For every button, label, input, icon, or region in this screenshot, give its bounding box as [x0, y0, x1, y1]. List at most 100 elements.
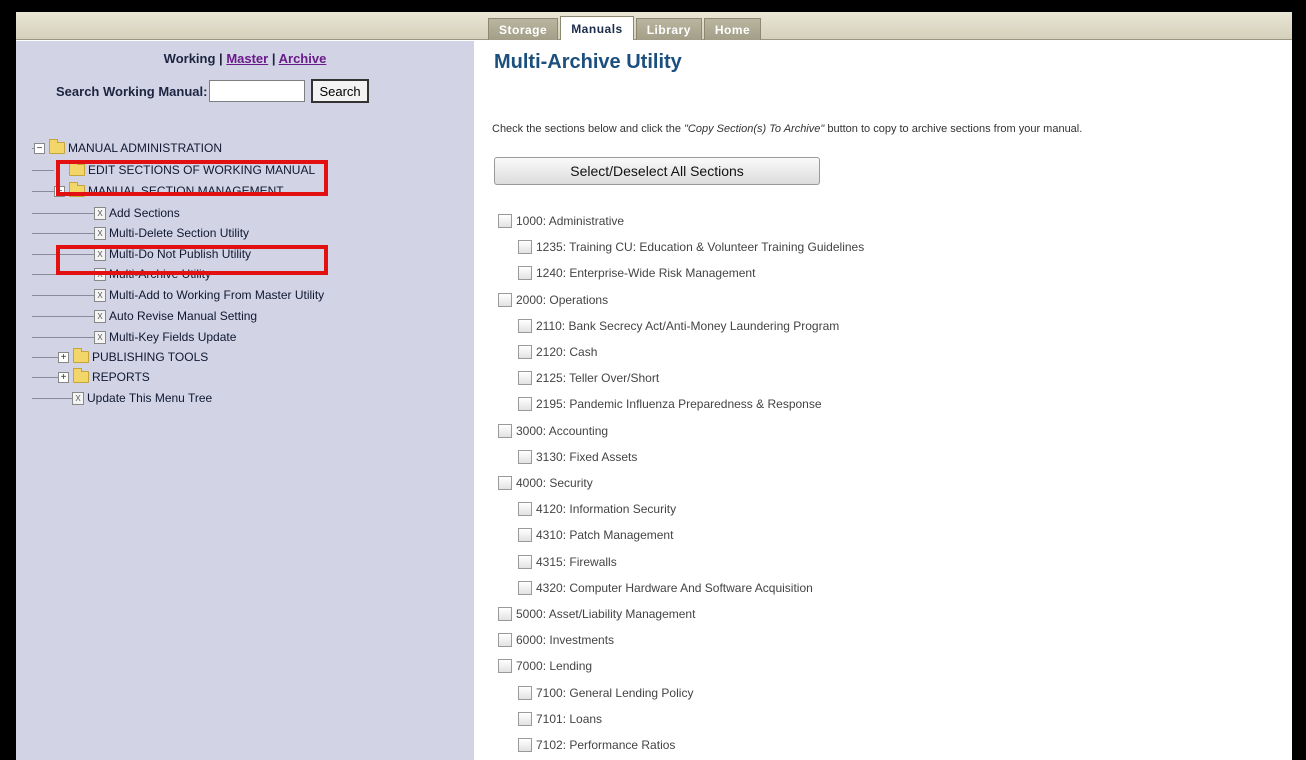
tree-item[interactable]: X Add Sections [94, 204, 180, 222]
section-row: 2195: Pandemic Influenza Preparedness & … [518, 395, 822, 413]
tab-manuals[interactable]: Manuals [560, 16, 634, 40]
tab-storage[interactable]: Storage [488, 18, 559, 40]
section-label: 1240: Enterprise-Wide Risk Management [536, 266, 756, 280]
section-checkbox[interactable] [498, 293, 512, 307]
expand-icon[interactable]: + [58, 351, 69, 363]
tree-connector-line [32, 295, 94, 296]
tree-item[interactable]: + PUBLISHING TOOLS [58, 348, 208, 366]
highlight-box [56, 160, 328, 196]
page-icon: X [94, 309, 106, 323]
tree-item[interactable]: X Multi-Delete Section Utility [94, 224, 249, 242]
folder-icon [73, 368, 89, 383]
section-row: 4120: Information Security [518, 500, 676, 518]
tree-connector-line [32, 316, 94, 317]
tree-item-label: Multi-Delete Section Utility [109, 226, 250, 240]
search-button[interactable]: Search [311, 79, 369, 103]
section-label: 3000: Accounting [516, 424, 609, 438]
tree-item[interactable]: X Multi-Key Fields Update [94, 328, 236, 346]
section-checkbox[interactable] [518, 397, 532, 411]
instructions-text: Check the sections below and click the "… [492, 123, 1082, 135]
section-row: 7100: General Lending Policy [518, 684, 693, 702]
section-checkbox[interactable] [518, 502, 532, 516]
tree-item[interactable]: X Update This Menu Tree [72, 389, 212, 407]
section-label: 7102: Performance Ratios [536, 738, 676, 752]
section-checkbox[interactable] [498, 214, 512, 228]
section-label: 6000: Investments [516, 633, 615, 647]
section-row: 4320: Computer Hardware And Software Acq… [518, 579, 813, 597]
section-label: 7000: Lending [516, 659, 593, 673]
tree-connector-line [32, 357, 58, 358]
section-checkbox[interactable] [518, 686, 532, 700]
section-row: 3000: Accounting [498, 422, 608, 440]
section-row: 4000: Security [498, 474, 593, 492]
section-checkbox[interactable] [498, 607, 512, 621]
section-label: 2000: Operations [516, 293, 609, 307]
section-checkbox[interactable] [518, 319, 532, 333]
section-checkbox[interactable] [518, 371, 532, 385]
archive-link[interactable]: Archive [279, 51, 327, 66]
section-checkbox[interactable] [518, 555, 532, 569]
section-checkbox[interactable] [518, 266, 532, 280]
search-input[interactable] [209, 80, 306, 102]
section-row: 2110: Bank Secrecy Act/Anti-Money Launde… [518, 317, 839, 335]
page-icon: X [94, 206, 106, 220]
section-label: 4120: Information Security [536, 502, 677, 516]
page-icon: X [94, 226, 106, 240]
section-row: 7101: Loans [518, 710, 602, 728]
tree-item-label: Update This Menu Tree [87, 391, 213, 405]
tab-home[interactable]: Home [703, 18, 762, 40]
section-checkbox[interactable] [518, 345, 532, 359]
page-icon: X [94, 288, 106, 302]
section-checkbox[interactable] [518, 528, 532, 542]
section-checkbox[interactable] [498, 659, 512, 673]
tree-item[interactable]: + REPORTS [58, 368, 150, 386]
section-label: 2110: Bank Secrecy Act/Anti-Money Launde… [536, 319, 840, 333]
section-row: 7102: Performance Ratios [518, 736, 675, 754]
collapse-icon[interactable]: − [34, 142, 45, 154]
section-checkbox[interactable] [518, 240, 532, 254]
browser-frame: Storage Manuals Library Home Working | M… [16, 12, 1292, 760]
tree-item[interactable]: X Multi-Add to Working From Master Utilit… [94, 286, 324, 304]
tree-item-label: REPORTS [92, 370, 150, 384]
tree-item-label: Auto Revise Manual Setting [109, 309, 258, 323]
section-row: 6000: Investments [498, 631, 614, 649]
section-row: 4315: Firewalls [518, 553, 617, 571]
copy-button-reference: "Copy Section(s) To Archive" [684, 123, 825, 135]
tree-connector-line [32, 377, 58, 378]
section-checkbox[interactable] [518, 450, 532, 464]
separator: | [268, 51, 279, 66]
folder-icon [49, 139, 65, 154]
section-checkbox[interactable] [498, 424, 512, 438]
section-label: 1235: Training CU: Education & Volunteer… [536, 240, 865, 254]
master-link[interactable]: Master [226, 51, 268, 66]
tree-connector-line [32, 233, 94, 234]
manual-mode-links: Working | Master | Archive [16, 51, 474, 66]
section-row: 2125: Teller Over/Short [518, 369, 659, 387]
tab-library[interactable]: Library [635, 18, 702, 40]
page-icon: X [72, 391, 84, 405]
select-deselect-all-button[interactable]: Select/Deselect All Sections [494, 157, 820, 185]
section-row: 1240: Enterprise-Wide Risk Management [518, 264, 755, 282]
section-checkbox[interactable] [498, 633, 512, 647]
section-row: 1000: Administrative [498, 212, 624, 230]
search-label: Search Working Manual: [56, 83, 208, 99]
expand-icon[interactable]: + [58, 371, 69, 383]
folder-icon [73, 348, 89, 363]
search-row: Search Working Manual: Search [56, 79, 369, 103]
section-label: 4310: Patch Management [536, 528, 674, 542]
section-checkbox[interactable] [518, 581, 532, 595]
section-label: 2195: Pandemic Influenza Preparedness & … [536, 397, 822, 411]
section-checkbox[interactable] [518, 712, 532, 726]
section-checkbox[interactable] [518, 738, 532, 752]
section-label: 4315: Firewalls [536, 555, 617, 569]
tree-connector-line [32, 170, 54, 171]
tree-connector-line [32, 398, 72, 399]
section-label: 2125: Teller Over/Short [536, 371, 660, 385]
top-nav-bar: Storage Manuals Library Home [16, 12, 1292, 40]
tree-item[interactable]: X Auto Revise Manual Setting [94, 307, 257, 325]
top-nav-tabs: Storage Manuals Library Home [488, 16, 763, 40]
section-label: 7100: General Lending Policy [536, 686, 694, 700]
section-checkbox[interactable] [498, 476, 512, 490]
tree-item[interactable]: − MANUAL ADMINISTRATION [34, 139, 222, 157]
tree-item-label: MANUAL ADMINISTRATION [68, 141, 223, 155]
